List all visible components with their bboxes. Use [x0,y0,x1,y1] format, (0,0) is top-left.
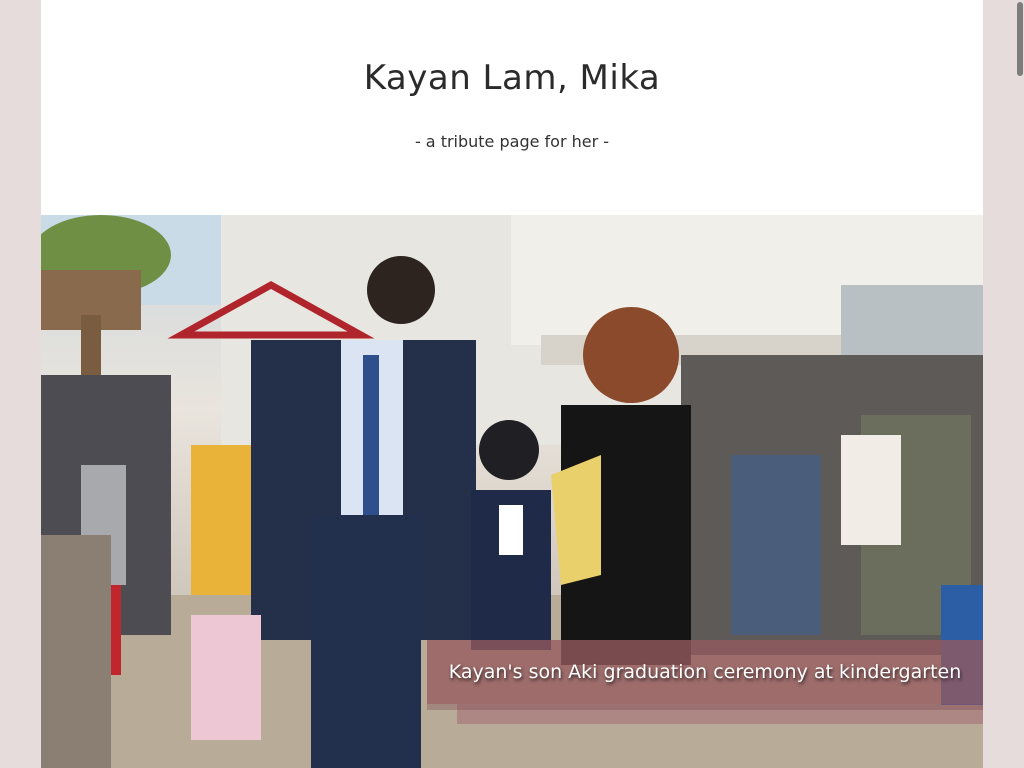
page-title: Kayan Lam, Mika [363,58,661,98]
tribute-page: Kayan Lam, Mika - a tribute page for her… [41,0,983,768]
caption-overlay: Kayan's son Aki graduation ceremony at k… [427,640,983,704]
page-scrollbar[interactable] [1016,0,1024,768]
page-subtitle: - a tribute page for her - [414,132,610,151]
photo-caption: Kayan's son Aki graduation ceremony at k… [448,661,962,683]
caption-accent-bar [457,704,983,724]
tribute-photo: Kayan's son Aki graduation ceremony at k… [41,215,983,768]
scrollbar-thumb[interactable] [1017,2,1023,76]
page-header: Kayan Lam, Mika - a tribute page for her… [41,0,983,215]
